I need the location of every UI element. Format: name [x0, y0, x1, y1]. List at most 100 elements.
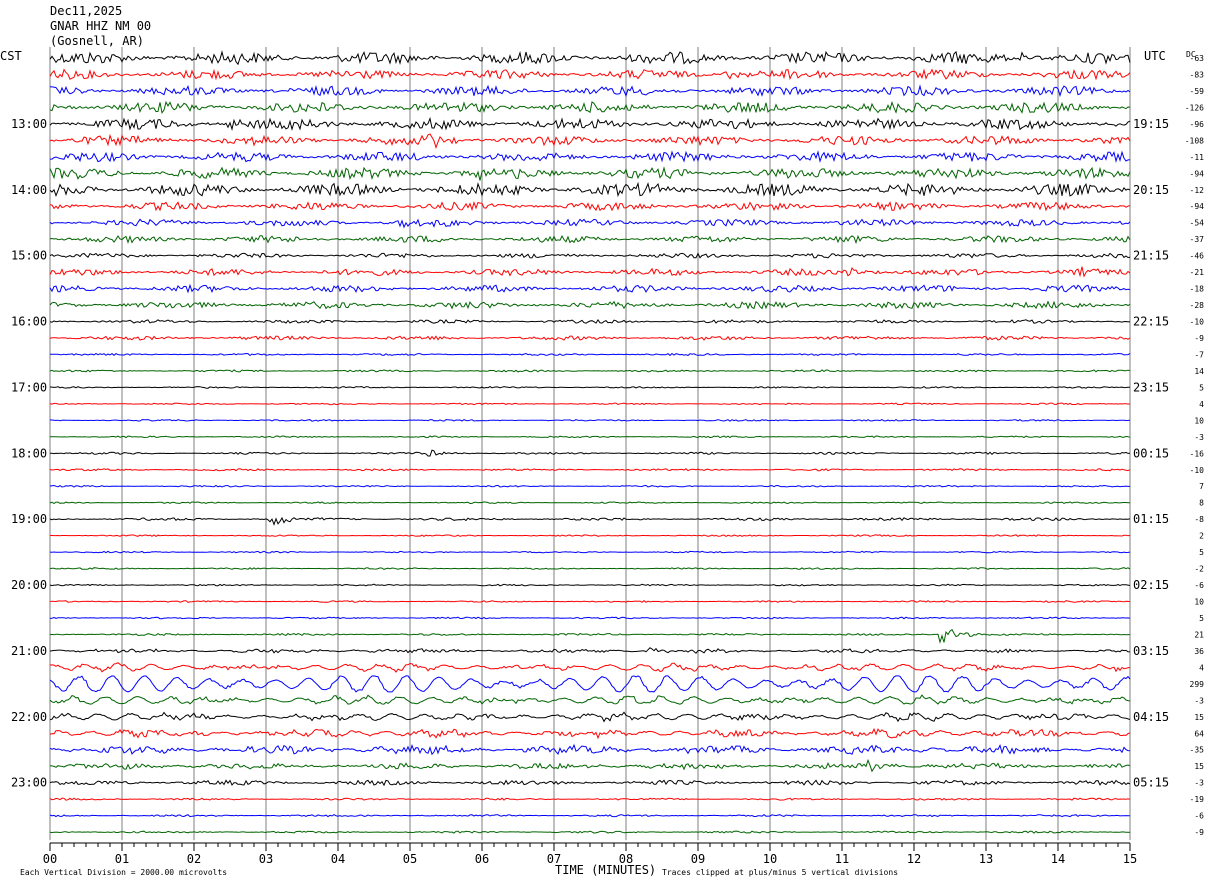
trace-line-4	[49, 116, 1131, 132]
left-hour-label: 15:00	[11, 249, 47, 263]
dc-offset-label: -9	[1194, 828, 1204, 837]
dc-offset-label: 5	[1199, 614, 1204, 623]
left-hour-label: 19:00	[11, 512, 47, 526]
clip-note: Traces clipped at plus/minus 5 vertical …	[662, 868, 898, 877]
trace-line-21	[49, 402, 1130, 406]
dc-offset-label: 4	[1199, 400, 1204, 409]
dc-offset-label: 8	[1199, 499, 1204, 508]
dc-offset-label: -96	[1190, 120, 1205, 129]
trace-line-10	[49, 218, 1131, 229]
right-hour-label: 02:15	[1133, 578, 1169, 592]
right-hour-label: 01:15	[1133, 512, 1169, 526]
dc-offset-label: -46	[1190, 252, 1205, 261]
dc-offset-label: -18	[1190, 285, 1205, 294]
dc-offset-label: -10	[1190, 318, 1205, 327]
trace-line-18	[49, 352, 1131, 357]
trace-line-43	[50, 758, 1131, 773]
trace-line-26	[49, 484, 1130, 488]
dc-offset-label: -2	[1194, 565, 1204, 574]
trace-line-14	[49, 283, 1131, 294]
dc-offset-label: 7	[1199, 482, 1204, 491]
dc-offset-label: 15	[1194, 762, 1204, 771]
x-tick-label: 01	[115, 852, 129, 866]
x-tick-label: 00	[43, 852, 57, 866]
dc-offset-label: 15	[1194, 713, 1204, 722]
scale-note: Each Vertical Division = 2000.00 microvo…	[20, 868, 227, 877]
right-hour-label: 23:15	[1133, 380, 1169, 394]
left-hour-label: 18:00	[11, 446, 47, 460]
trace-line-23	[49, 435, 1131, 439]
trace-line-5	[49, 133, 1131, 150]
trace-line-39	[49, 694, 1131, 705]
dc-offset-label: -94	[1190, 169, 1205, 178]
right-hour-label: 05:15	[1133, 776, 1169, 790]
x-tick-label: 12	[907, 852, 921, 866]
trace-line-35	[49, 628, 1130, 644]
dc-offset-label: -126	[1185, 103, 1204, 112]
trace-line-0	[49, 50, 1131, 66]
dc-offset-label: -3	[1194, 779, 1204, 788]
trace-line-28	[49, 516, 1131, 526]
dc-offset-label: -12	[1190, 186, 1205, 195]
trace-line-12	[49, 252, 1131, 259]
right-timezone-label: UTC	[1144, 49, 1166, 63]
dc-offset-label: -3	[1194, 433, 1204, 442]
trace-line-31	[49, 567, 1131, 570]
x-tick-label: 14	[1051, 852, 1065, 866]
dc-offset-label: 21	[1194, 630, 1204, 639]
right-hour-label: 03:15	[1133, 644, 1169, 658]
left-hour-label: 16:00	[11, 315, 47, 329]
dc-offset-label: 299	[1190, 680, 1205, 689]
dc-offset-label: -10	[1190, 466, 1205, 475]
trace-line-34	[49, 616, 1131, 620]
dc-offset-label: -16	[1190, 449, 1205, 458]
dc-offset-label: 10	[1194, 598, 1204, 607]
dc-offset-label: -63	[1190, 54, 1205, 63]
trace-line-20	[49, 386, 1130, 389]
trace-group	[49, 50, 1131, 834]
left-timezone-label: CST	[0, 49, 22, 63]
left-hour-label: 14:00	[11, 183, 47, 197]
dc-offset-label: 2	[1199, 532, 1204, 541]
dc-offset-label: 5	[1199, 383, 1204, 392]
trace-line-33	[49, 600, 1131, 603]
x-tick-label: 09	[691, 852, 705, 866]
left-hour-label: 22:00	[11, 710, 47, 724]
dc-offset-label: -28	[1190, 301, 1205, 310]
left-hour-label: 20:00	[11, 578, 47, 592]
dc-offset-label: -83	[1190, 70, 1205, 79]
trace-line-19	[49, 369, 1131, 373]
dc-offset-label: -59	[1190, 87, 1205, 96]
x-tick-label: 06	[475, 852, 489, 866]
trace-line-41	[49, 727, 1131, 740]
trace-line-16	[49, 318, 1131, 324]
grid-lines	[49, 47, 1131, 841]
right-hour-label: 19:15	[1133, 117, 1169, 131]
trace-line-27	[49, 501, 1131, 505]
trace-line-25	[49, 468, 1131, 472]
dc-offset-label: -8	[1194, 515, 1204, 524]
dc-offset-label: -6	[1194, 812, 1204, 821]
dc-offset-label: -94	[1190, 202, 1205, 211]
right-hour-label: 21:15	[1133, 249, 1169, 263]
left-hour-label: 21:00	[11, 644, 47, 658]
dc-offset-label: 64	[1194, 729, 1204, 738]
trace-line-17	[49, 335, 1131, 341]
dc-offset-label: 10	[1194, 416, 1204, 425]
trace-line-47	[49, 830, 1131, 834]
dc-offset-label: -21	[1190, 268, 1205, 277]
right-hour-label: 00:15	[1133, 446, 1169, 460]
right-hour-label: 04:15	[1133, 710, 1169, 724]
trace-line-7	[49, 166, 1131, 181]
trace-line-44	[49, 779, 1131, 787]
trace-line-2	[49, 84, 1131, 98]
x-tick-label: 02	[187, 852, 201, 866]
trace-line-6	[50, 150, 1131, 164]
x-tick-label: 15	[1123, 852, 1137, 866]
trace-line-3	[49, 100, 1131, 115]
trace-line-37	[49, 662, 1131, 673]
dc-offset-label: 4	[1199, 663, 1204, 672]
dc-offset-label: -7	[1194, 350, 1204, 359]
seismogram-plot: CST UTC DC 13:0014:0015:0016:0017:0018:0…	[0, 47, 1205, 877]
left-hour-label: 17:00	[11, 380, 47, 394]
